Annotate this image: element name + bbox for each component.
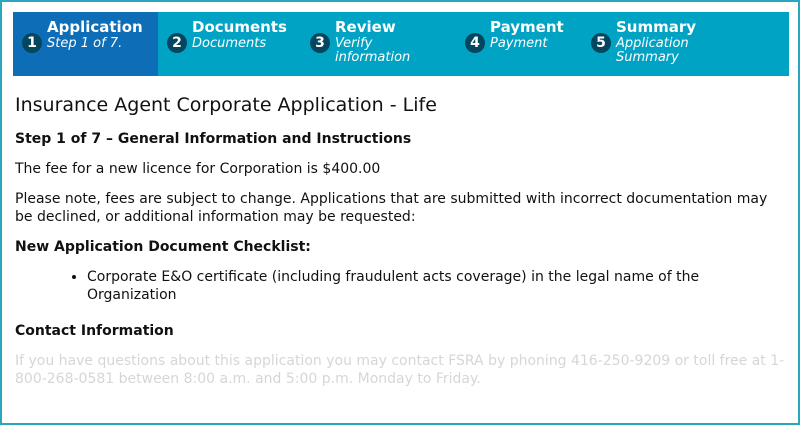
step-application[interactable]: 1 Application Step 1 of 7. bbox=[13, 12, 158, 76]
page-title: Insurance Agent Corporate Application - … bbox=[15, 94, 437, 116]
step-subtitle: Verify information bbox=[335, 36, 411, 65]
fee-note-text: Please note, fees are subject to change.… bbox=[15, 191, 768, 225]
step-number-badge: 2 bbox=[167, 33, 187, 53]
step-payment[interactable]: 4 Payment Payment bbox=[456, 12, 582, 76]
step-summary[interactable]: 5 Summary Application Summary bbox=[582, 12, 789, 76]
checklist-heading: New Application Document Checklist: bbox=[15, 239, 311, 255]
step-number-badge: 1 bbox=[22, 33, 42, 53]
step-title: Summary bbox=[616, 18, 697, 36]
step-documents[interactable]: 2 Documents Documents bbox=[158, 12, 301, 76]
contact-text: If you have questions about this applica… bbox=[15, 353, 785, 387]
step-title: Review bbox=[335, 18, 396, 36]
step-title: Documents bbox=[192, 18, 287, 36]
step-title: Application bbox=[47, 18, 143, 36]
progress-stepper: 1 Application Step 1 of 7. 2 Documents D… bbox=[13, 12, 789, 76]
step-subtitle: Documents bbox=[192, 36, 267, 51]
main-content: Insurance Agent Corporate Application - … bbox=[15, 94, 785, 388]
fee-text: The fee for a new licence for Corporatio… bbox=[15, 161, 381, 177]
application-window: 1 Application Step 1 of 7. 2 Documents D… bbox=[0, 0, 800, 425]
step-review[interactable]: 3 Review Verify information bbox=[301, 12, 456, 76]
contact-heading: Contact Information bbox=[15, 323, 174, 339]
step-heading: Step 1 of 7 – General Information and In… bbox=[15, 131, 412, 147]
step-number-badge: 4 bbox=[465, 33, 485, 53]
step-subtitle: Application Summary bbox=[616, 36, 689, 65]
step-subtitle: Step 1 of 7. bbox=[47, 36, 123, 51]
document-checklist: Corporate E&O certificate (including fra… bbox=[15, 268, 785, 304]
step-title: Payment bbox=[490, 18, 564, 36]
step-number-badge: 3 bbox=[310, 33, 330, 53]
step-number-badge: 5 bbox=[591, 33, 611, 53]
checklist-item: Corporate E&O certificate (including fra… bbox=[87, 268, 785, 304]
